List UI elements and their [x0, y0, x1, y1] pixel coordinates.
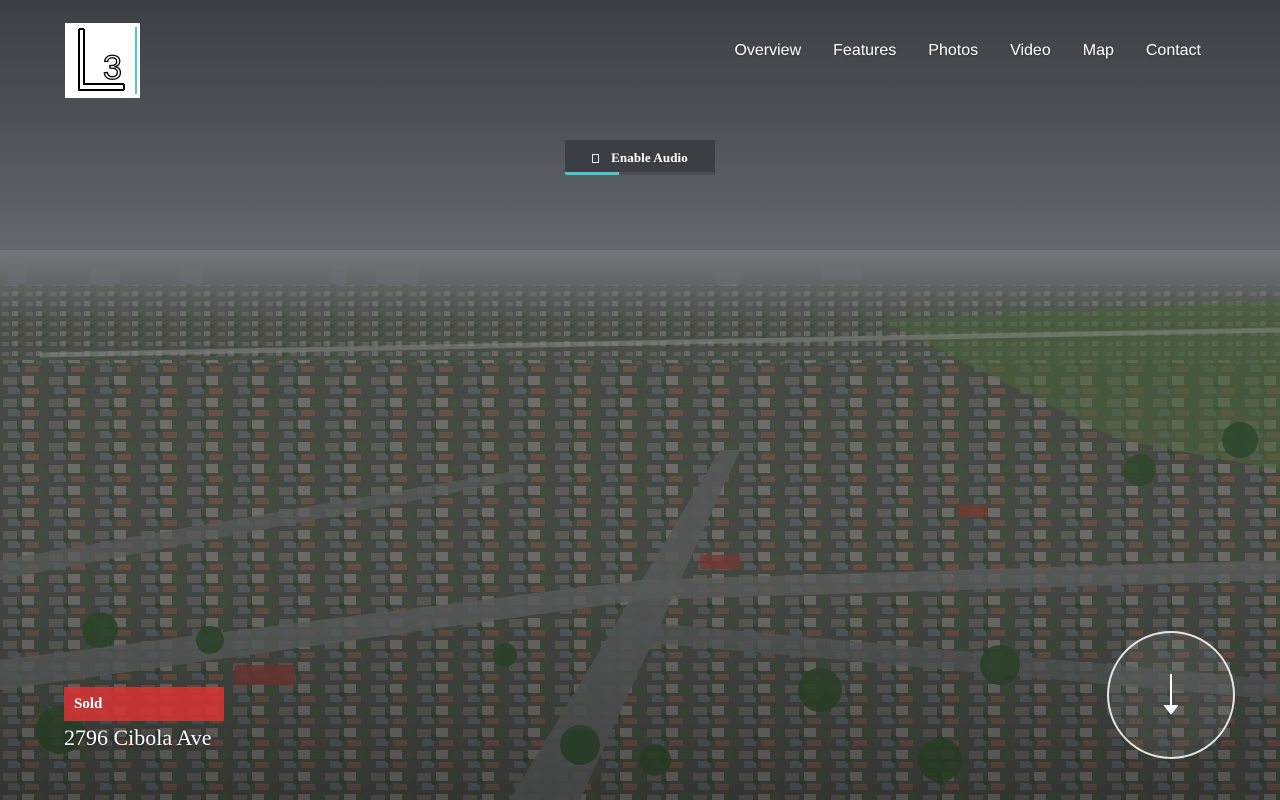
nav-overview[interactable]: Overview: [734, 40, 801, 62]
audio-progress-track: [565, 172, 715, 175]
audio-progress-fill: [565, 172, 619, 175]
status-badge: Sold: [64, 687, 224, 721]
main-nav: Overview Features Photos Video Map Conta…: [734, 40, 1201, 62]
nav-photos[interactable]: Photos: [928, 40, 978, 62]
arrow-down-icon: [1163, 674, 1179, 715]
enable-audio-label: Enable Audio: [611, 149, 688, 165]
site-logo[interactable]: 3: [65, 23, 140, 98]
nav-features[interactable]: Features: [833, 40, 896, 62]
scroll-down-button[interactable]: [1107, 631, 1235, 759]
nav-video[interactable]: Video: [1010, 40, 1051, 62]
speaker-icon: [592, 153, 600, 163]
l3-logo-mark: 3: [66, 24, 139, 97]
property-address: 2796 Cibola Ave: [64, 725, 212, 750]
nav-contact[interactable]: Contact: [1146, 40, 1201, 62]
status-badge-label: Sold: [74, 695, 103, 712]
enable-audio-button[interactable]: Enable Audio: [565, 140, 715, 175]
svg-text:3: 3: [103, 49, 122, 87]
aerial-video-background: [0, 0, 1280, 800]
nav-map[interactable]: Map: [1083, 40, 1114, 62]
hero-section: [0, 0, 1280, 800]
